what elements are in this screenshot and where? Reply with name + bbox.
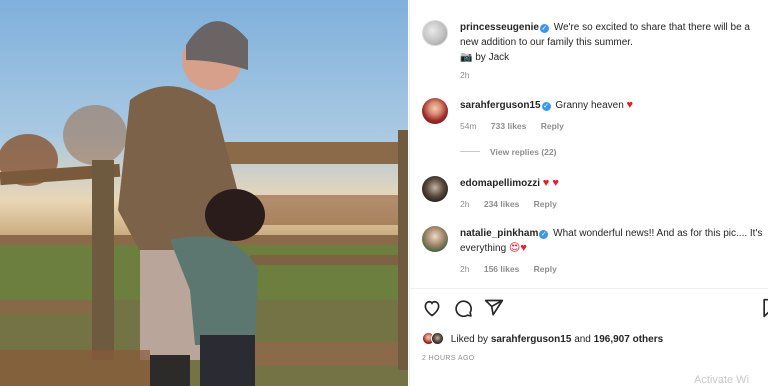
- commenter-avatar[interactable]: [422, 176, 448, 202]
- liker-username[interactable]: sarahferguson15: [491, 334, 572, 345]
- verified-badge-icon: ✓: [541, 102, 551, 111]
- comment-likes-link[interactable]: 156 likes: [484, 264, 519, 274]
- photo-illustration: [0, 21, 408, 386]
- likes-prefix: Liked by: [450, 334, 489, 345]
- caption-credit: 📷 by Jack: [460, 52, 510, 63]
- commenter-username[interactable]: edomapellimozzi: [460, 178, 540, 189]
- post-timestamp: 2 HOURS AGO: [422, 355, 475, 362]
- activate-windows-watermark: Activate Wi: [694, 374, 750, 386]
- post-actions-bar: [422, 298, 768, 318]
- liker-avatar: [431, 332, 444, 345]
- caption-time: 2h: [460, 70, 470, 80]
- share-icon[interactable]: [484, 298, 504, 318]
- verified-badge-icon: ✓: [539, 24, 549, 33]
- hearts-emoji-icon: ♥ ♥: [542, 177, 559, 189]
- commenter-avatar[interactable]: [422, 226, 448, 252]
- replies-line: [460, 151, 480, 152]
- comment-likes-link[interactable]: 234 likes: [484, 199, 519, 209]
- likes-count-link[interactable]: 196,907 others: [594, 334, 664, 345]
- likes-and: and: [574, 334, 591, 345]
- likes-summary: Liked by sarahferguson15 and 196,907 oth…: [422, 332, 767, 347]
- divider: [410, 288, 768, 289]
- comment-time: 2h: [460, 199, 470, 209]
- comment-time: 54m: [460, 121, 477, 131]
- comment-text: Granny heaven: [555, 100, 624, 111]
- verified-badge-icon: ✓: [539, 230, 549, 239]
- comment-icon[interactable]: [453, 298, 473, 318]
- heart-emoji-icon: ♥: [626, 99, 634, 111]
- commenter-username[interactable]: sarahferguson15: [460, 100, 541, 111]
- comment-likes-link[interactable]: 733 likes: [491, 121, 526, 131]
- emoji-icon: 😍♥: [508, 242, 527, 254]
- view-replies-label[interactable]: View replies (22): [490, 147, 556, 157]
- commenter-username[interactable]: natalie_pinkham: [460, 228, 538, 239]
- commenter-avatar[interactable]: [422, 98, 448, 124]
- view-replies-button[interactable]: View replies (22): [460, 147, 556, 157]
- reply-button[interactable]: Reply: [534, 264, 557, 274]
- comment-time: 2h: [460, 264, 470, 274]
- post-photo: [0, 0, 408, 386]
- reply-button[interactable]: Reply: [534, 199, 557, 209]
- post-details-panel: princesseugenie ✓ We're so excited to sha…: [409, 0, 768, 386]
- author-username[interactable]: princesseugenie: [460, 22, 539, 33]
- heart-icon[interactable]: [422, 298, 442, 318]
- bookmark-icon[interactable]: [760, 298, 768, 318]
- author-avatar[interactable]: [422, 20, 448, 46]
- reply-button[interactable]: Reply: [541, 121, 564, 131]
